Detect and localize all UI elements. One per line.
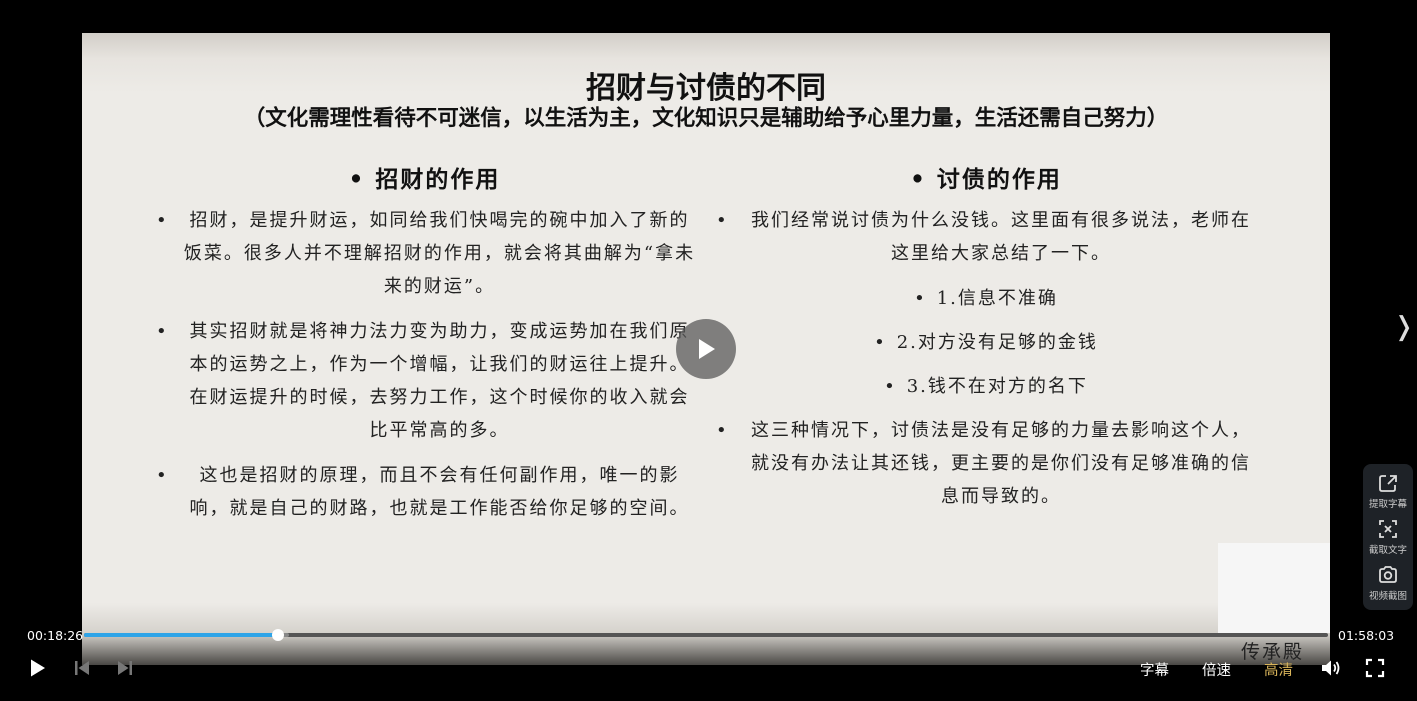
right-point: • 2.对方没有足够的金钱 bbox=[874, 332, 1098, 353]
bullet-dot: • bbox=[910, 166, 927, 193]
right-heading-text: 讨债的作用 bbox=[936, 166, 1062, 193]
current-time: 00:18:26 bbox=[27, 628, 84, 643]
bullet-dot: • bbox=[716, 210, 729, 231]
center-play-button[interactable] bbox=[676, 319, 736, 379]
previous-button[interactable] bbox=[70, 654, 94, 682]
tool-label: 提取字幕 bbox=[1368, 499, 1407, 510]
playback-speed-button[interactable]: 倍速 bbox=[1202, 659, 1231, 680]
text-scan-icon bbox=[1379, 520, 1397, 538]
fullscreen-button[interactable] bbox=[1363, 654, 1387, 682]
play-icon bbox=[31, 659, 45, 677]
extract-subtitles-button[interactable]: 提取字幕 bbox=[1369, 472, 1407, 518]
played-range bbox=[84, 633, 279, 637]
play-icon bbox=[699, 339, 715, 359]
progress-handle[interactable] bbox=[272, 629, 285, 641]
next-episode-arrow[interactable]: ❭ bbox=[1393, 312, 1415, 342]
skip-next-icon bbox=[118, 661, 132, 675]
watermark-background bbox=[1218, 543, 1330, 633]
side-toolbar: 提取字幕 截取文字 视频截图 bbox=[1363, 464, 1413, 610]
left-heading-text: 招财的作用 bbox=[375, 166, 501, 193]
bullet-dot: • bbox=[874, 332, 887, 353]
slide-subtitle: （文化需理性看待不可迷信，以生活为主，文化知识只是辅助给予心里力量，生活还需自己… bbox=[243, 106, 1169, 131]
right-column-heading: • 讨债的作用 bbox=[712, 160, 1260, 194]
share-export-icon bbox=[1379, 475, 1397, 492]
volume-icon bbox=[1322, 660, 1340, 676]
skip-previous-icon bbox=[75, 661, 89, 675]
tool-label: 截取文字 bbox=[1368, 545, 1407, 556]
next-button[interactable] bbox=[113, 654, 137, 682]
camera-icon bbox=[1379, 566, 1397, 583]
subtitles-button[interactable]: 字幕 bbox=[1140, 659, 1169, 680]
right-point: • 3.钱不在对方的名下 bbox=[884, 376, 1088, 397]
right-column: • 讨债的作用 • 我们经常说讨债为什么没钱。这里面有很多说法，老师在这里给大家总结… bbox=[712, 160, 1260, 525]
video-player[interactable]: 招财与讨债的不同 （文化需理性看待不可迷信，以生活为主，文化知识只是辅助给予心里… bbox=[0, 0, 1417, 701]
fullscreen-icon bbox=[1365, 658, 1385, 678]
left-column-heading: • 招财的作用 bbox=[152, 160, 697, 194]
right-intro: • 我们经常说讨债为什么没钱。这里面有很多说法，老师在这里给大家总结了一下。 bbox=[712, 204, 1260, 270]
right-conclusion: • 这三种情况下，讨债法是没有足够的力量去影响这个人，就没有办法让其还钱，更主要的… bbox=[712, 414, 1260, 513]
bullet-dot: • bbox=[884, 376, 897, 397]
video-screenshot-button[interactable]: 视频截图 bbox=[1369, 564, 1407, 610]
total-time: 01:58:03 bbox=[1338, 628, 1395, 643]
capture-text-button[interactable]: 截取文字 bbox=[1369, 518, 1407, 564]
left-bullet: • 这也是招财的原理，而且不会有任何副作用，唯一的影响，就是自己的财路，也就是工作… bbox=[152, 459, 697, 525]
play-button[interactable] bbox=[26, 654, 50, 682]
right-point: • 1.信息不准确 bbox=[914, 288, 1058, 309]
left-column: • 招财的作用 • 招财，是提升财运，如同给我们快喝完的碗中加入了新的饭菜。很多人并… bbox=[152, 160, 697, 537]
bullet-dot: • bbox=[156, 210, 169, 231]
bullet-dot: • bbox=[156, 321, 169, 342]
bullet-dot: • bbox=[716, 420, 729, 441]
quality-button[interactable]: 高清 bbox=[1264, 659, 1293, 680]
left-bullet: • 其实招财就是将神力法力变为助力，变成运势加在我们原本的运势之上，作为一个增幅，… bbox=[152, 315, 697, 447]
volume-button[interactable] bbox=[1319, 654, 1343, 682]
left-bullet: • 招财，是提升财运，如同给我们快喝完的碗中加入了新的饭菜。很多人并不理解招财的作… bbox=[152, 204, 697, 303]
bullet-dot: • bbox=[348, 166, 366, 193]
bullet-dot: • bbox=[914, 288, 927, 309]
progress-bar[interactable] bbox=[84, 629, 1328, 641]
tool-label: 视频截图 bbox=[1368, 591, 1407, 602]
bullet-dot: • bbox=[156, 465, 169, 486]
